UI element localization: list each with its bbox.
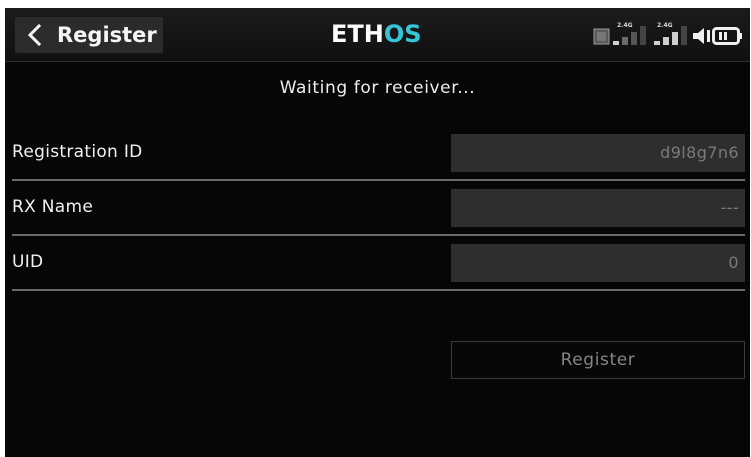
radio-screen: Register ETHOS 2.4G 2.4G Waiting for rec…	[5, 8, 750, 457]
battery-icon	[712, 27, 742, 45]
signal-bars-icon: 2.4G	[654, 22, 687, 45]
status-icons: 2.4G 2.4G	[586, 20, 746, 50]
register-content: Waiting for receiver... Registration ID …	[5, 62, 750, 457]
rx-name-label: RX Name	[12, 197, 94, 217]
register-button[interactable]: Register	[451, 341, 745, 379]
registration-id-field[interactable]: d9l8g7n6	[451, 134, 745, 172]
registration-id-row: Registration ID d9l8g7n6	[5, 126, 750, 181]
chevron-left-icon[interactable]	[25, 23, 45, 47]
uid-field[interactable]: 0	[451, 244, 745, 282]
registration-id-label: Registration ID	[12, 142, 143, 162]
rx-name-row: RX Name ---	[5, 181, 750, 236]
signal-bars-icon: 2.4G	[613, 22, 646, 45]
rx-name-field[interactable]: ---	[451, 189, 745, 227]
rf-module-icon	[593, 28, 610, 45]
speaker-icon	[693, 28, 710, 44]
ethos-logo: ETHOS	[331, 20, 422, 48]
page-title: Register	[57, 23, 157, 47]
rf-band-1-label: 2.4G	[617, 22, 633, 29]
uid-row: UID 0	[5, 236, 750, 291]
top-bar: Register ETHOS 2.4G 2.4G	[5, 8, 750, 62]
uid-label: UID	[12, 252, 44, 272]
rf-band-2-label: 2.4G	[657, 22, 673, 29]
logo-prefix: ETH	[331, 20, 384, 48]
back-button[interactable]: Register	[15, 17, 163, 53]
status-message: Waiting for receiver...	[279, 78, 476, 98]
row-divider	[12, 289, 745, 291]
logo-accent: OS	[383, 20, 422, 48]
